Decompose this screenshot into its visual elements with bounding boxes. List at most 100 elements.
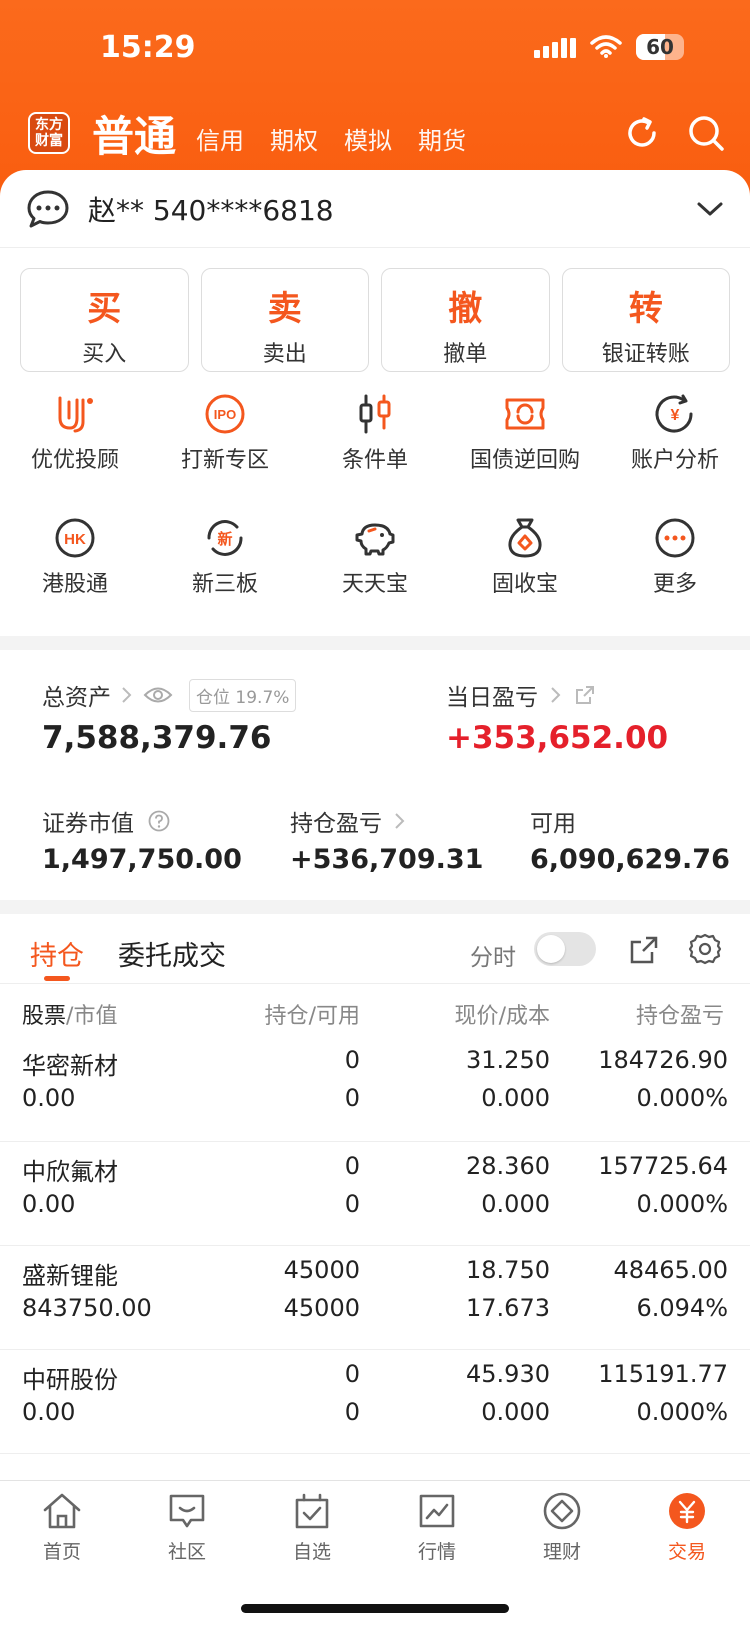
tabbar-watchlist[interactable]: 自选 [262, 1491, 362, 1564]
home-indicator [241, 1604, 509, 1613]
buy-button[interactable]: 买 买入 [20, 268, 189, 372]
chevron-down-icon[interactable] [696, 199, 724, 219]
tabbar-label: 自选 [292, 1541, 331, 1563]
pl-pct-cell: 0.000% [636, 1190, 728, 1218]
account-selector[interactable]: 赵** 540****6818 [0, 170, 750, 248]
tab-positions[interactable]: 持仓 [30, 934, 84, 973]
cancel-order-button[interactable]: 撤 撤单 [381, 268, 550, 372]
status-icons: 60 [534, 34, 684, 60]
tab-simulated[interactable]: 模拟 [344, 111, 392, 156]
sell-button[interactable]: 卖 卖出 [200, 268, 369, 372]
stock-name: 盛新锂能 [22, 1262, 118, 1290]
candlestick-icon [359, 394, 391, 434]
share-out-icon[interactable] [574, 684, 596, 706]
tab-normal-account[interactable]: 普通 [92, 103, 176, 164]
table-row[interactable]: 中研股份 0.00 0 0 45.930 0.000 115191.77 0.0… [0, 1350, 750, 1454]
tab-orders-trades[interactable]: 委托成交 [118, 934, 226, 973]
daily-pl-label: 当日盈亏 [446, 685, 538, 711]
account-tabs: 信用 期权 模拟 期货 [196, 111, 466, 156]
pl-cell: 48465.00 [613, 1256, 728, 1284]
tab-credit[interactable]: 信用 [196, 111, 244, 156]
cost-cell: 0.000 [481, 1084, 550, 1112]
buy-glyph: 买 [87, 289, 122, 329]
feature-neeq[interactable]: 新 新三板 [150, 510, 300, 634]
holding-pl-label: 持仓盈亏 [290, 811, 382, 837]
timeshare-toggle[interactable] [534, 932, 596, 966]
timeshare-label: 分时 [470, 945, 516, 971]
transfer-label: 银证转账 [601, 342, 690, 367]
more-icon [655, 518, 695, 558]
daily-pl-header[interactable]: 当日盈亏 [446, 678, 596, 712]
feature-more[interactable]: 更多 [600, 510, 750, 634]
share-out-icon[interactable] [628, 934, 660, 966]
feature-label: 新三板 [191, 572, 258, 597]
available-value: 6,090,629.76 [530, 844, 730, 875]
tabbar-label: 交易 [667, 1541, 706, 1563]
transfer-glyph: 转 [628, 289, 663, 329]
trade-icon [669, 1493, 705, 1529]
tab-options[interactable]: 期权 [270, 111, 318, 156]
feature-account-analysis[interactable]: ¥ 账户分析 [600, 386, 750, 510]
feature-label: 天天宝 [341, 572, 408, 597]
tabbar-label: 行情 [417, 1541, 456, 1563]
sell-label: 卖出 [262, 342, 307, 367]
holding-pl-header[interactable]: 持仓盈亏 [290, 804, 406, 838]
sell-glyph: 卖 [267, 289, 302, 329]
chevron-right-icon [122, 687, 132, 703]
available-cell: 45000 [283, 1294, 360, 1322]
stock-name: 华密新材 [22, 1052, 118, 1080]
tabbar-trade[interactable]: 交易 [637, 1491, 737, 1564]
feature-grid: 优优投顾 IPO 打新专区 条件单 国债逆回购 ¥ 账户分析 HK 港股通 新 … [0, 386, 750, 634]
table-row[interactable]: 盛新锂能 843750.00 45000 45000 18.750 17.673… [0, 1246, 750, 1350]
bank-transfer-button[interactable]: 转 银证转账 [561, 268, 730, 372]
feature-conditional-order[interactable]: 条件单 [300, 386, 450, 510]
feature-label: 条件单 [341, 448, 408, 473]
position-cell: 45000 [283, 1256, 360, 1284]
feature-ipo[interactable]: IPO 打新专区 [150, 386, 300, 510]
watchlist-icon [295, 1493, 329, 1529]
holdings-card: 持仓 委托成交 分时 股票/市值 持仓/可用 现价/成本 持仓盈亏 华密新材 0… [0, 914, 750, 1480]
market-value-cell: 0.00 [22, 1084, 76, 1112]
help-icon[interactable] [148, 810, 170, 832]
tab-futures[interactable]: 期货 [418, 111, 466, 156]
market-value-header: 证券市值 [42, 804, 170, 838]
feature-hk-connect[interactable]: HK 港股通 [0, 510, 150, 634]
position-cell: 0 [344, 1046, 360, 1074]
neeq-badge-text: 新 [217, 530, 232, 548]
market-value-cell: 843750.00 [22, 1294, 152, 1322]
chevron-right-icon [551, 687, 561, 703]
active-tab-indicator [44, 976, 70, 981]
battery-level: 60 [646, 35, 674, 59]
home-icon [43, 1493, 81, 1529]
uu-advisor-icon [58, 396, 93, 433]
chat-bubble-icon[interactable] [26, 189, 70, 229]
feature-tiantianbao[interactable]: 天天宝 [300, 510, 450, 634]
account-type-nav: 东方 财富 普通 信用 期权 模拟 期货 [28, 104, 726, 162]
pl-cell: 157725.64 [598, 1152, 728, 1180]
refresh-icon[interactable] [622, 113, 662, 153]
tabbar-wealth[interactable]: 理财 [512, 1491, 612, 1564]
feature-bond-repo[interactable]: 国债逆回购 [450, 386, 600, 510]
total-assets-value: 7,588,379.76 [42, 720, 272, 756]
pl-cell: 115191.77 [598, 1360, 728, 1388]
settings-gear-icon[interactable] [688, 932, 722, 966]
feature-uu-advisor[interactable]: 优优投顾 [0, 386, 150, 510]
yuan-badge-text: ¥ [671, 407, 680, 424]
feature-gushoubao[interactable]: 固收宝 [450, 510, 600, 634]
price-cell: 31.250 [466, 1046, 550, 1074]
table-row[interactable]: 中欣氟材 0.00 0 0 28.360 0.000 157725.64 0.0… [0, 1142, 750, 1246]
tabbar-community[interactable]: 社区 [137, 1491, 237, 1564]
table-row[interactable]: 华密新材 0.00 0 0 31.250 0.000 184726.90 0.0… [0, 1038, 750, 1142]
cost-cell: 0.000 [481, 1398, 550, 1426]
tabbar-home[interactable]: 首页 [12, 1491, 112, 1564]
eye-icon[interactable] [143, 684, 173, 706]
tabbar-market[interactable]: 行情 [387, 1491, 487, 1564]
header-actions [622, 113, 726, 153]
search-icon[interactable] [686, 113, 726, 153]
pl-cell: 184726.90 [598, 1046, 728, 1074]
total-assets-header[interactable]: 总资产 仓位 19.7% [42, 678, 297, 712]
cancel-label: 撤单 [443, 342, 488, 367]
feature-label: 更多 [652, 572, 697, 597]
pl-pct-cell: 6.094% [636, 1294, 728, 1322]
app-logo: 东方 财富 [28, 112, 70, 154]
